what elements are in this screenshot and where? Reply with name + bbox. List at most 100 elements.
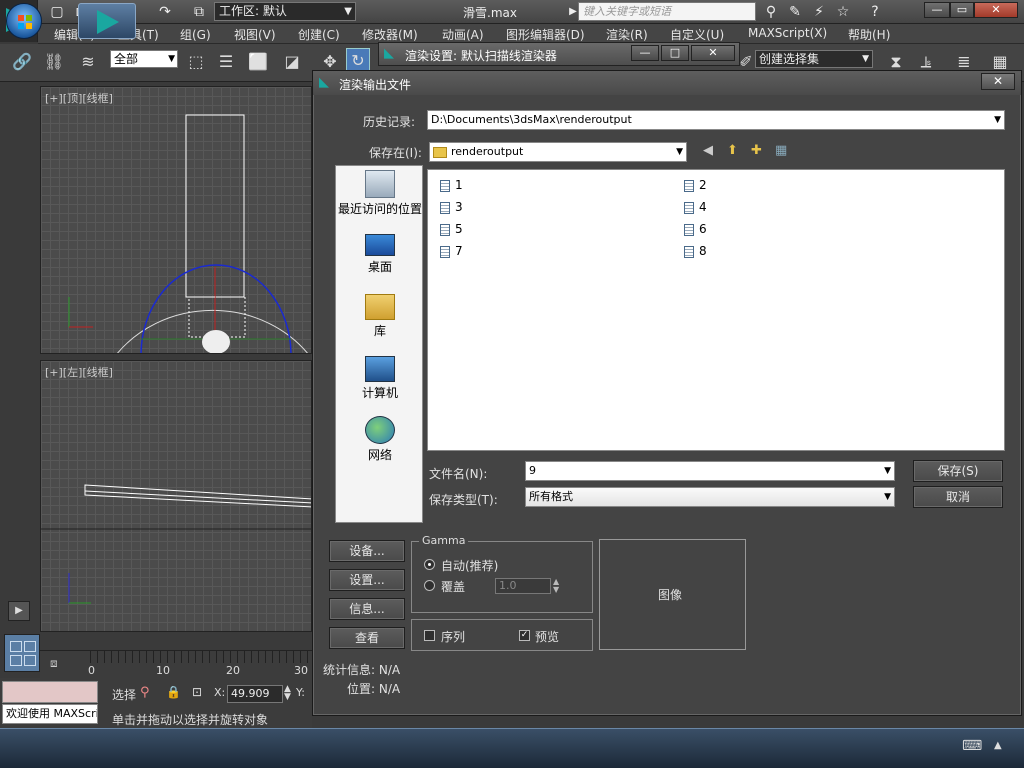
menu-maxscript[interactable]: MAXScript(X) — [748, 26, 827, 40]
devices-button[interactable]: 设备... — [329, 540, 405, 562]
menu-create[interactable]: 创建(C) — [298, 26, 340, 43]
render-setup-close[interactable]: ✕ — [691, 45, 735, 61]
list-item[interactable]: 2 — [684, 178, 707, 192]
list-item[interactable]: 7 — [440, 244, 463, 258]
keyboard-icon[interactable]: ⌨ — [962, 738, 982, 754]
maxscript-welcome[interactable]: 欢迎使用 MAXScript — [2, 704, 98, 724]
info-button[interactable]: 信息... — [329, 598, 405, 620]
menu-help[interactable]: 帮助(H) — [848, 26, 890, 43]
viewport-top[interactable]: [+][顶][线框] — [40, 86, 312, 354]
place-recent[interactable]: 最近访问的位置 — [336, 170, 424, 217]
file-name: 8 — [699, 244, 707, 258]
folder-icon — [433, 146, 447, 158]
chevron-down-icon: ▼ — [884, 466, 891, 476]
place-libraries[interactable]: 库 — [336, 294, 424, 339]
exchange-icon[interactable]: ⚡ — [810, 3, 828, 21]
selection-filter-dropdown[interactable]: 全部 ▼ — [110, 50, 178, 68]
filename-value: 9 — [529, 464, 536, 477]
dialog-title: 渲染输出文件 — [339, 78, 412, 92]
close-button[interactable]: ✕ — [974, 2, 1018, 18]
minimize-button[interactable]: — — [924, 2, 950, 18]
select-object-icon[interactable]: ⬚ — [184, 50, 208, 74]
filetype-dropdown[interactable]: 所有格式 ▼ — [525, 487, 895, 507]
setup-button[interactable]: 设置... — [329, 569, 405, 591]
menu-graph-editors[interactable]: 图形编辑器(D) — [506, 26, 585, 43]
cancel-button[interactable]: 取消 — [913, 486, 1003, 508]
binoculars-icon[interactable]: ⚲ — [762, 3, 780, 21]
new-folder-icon[interactable]: ✚ — [751, 143, 762, 158]
list-item[interactable]: 6 — [684, 222, 707, 236]
gamma-auto-radio[interactable] — [424, 559, 435, 570]
lock-icon[interactable]: 🔒 — [166, 685, 181, 699]
tools-icon[interactable]: ✎ — [786, 3, 804, 21]
view-menu-icon[interactable]: ▦ — [775, 143, 787, 158]
restore-button[interactable]: ▭ — [950, 2, 974, 18]
filetype-label: 保存类型(T): — [429, 493, 498, 507]
dialog-title-bar[interactable]: ◣ 渲染输出文件 ✕ — [313, 71, 1021, 95]
tray-arrow-icon[interactable]: ▲ — [994, 740, 1002, 751]
select-rotate-icon[interactable]: ↻ — [346, 48, 370, 72]
list-item[interactable]: 8 — [684, 244, 707, 258]
viewport-layout-icon[interactable] — [4, 634, 40, 672]
render-setup-window[interactable]: ◣ 渲染设置: 默认扫描线渲染器 — □ ✕ — [378, 42, 740, 66]
time-ruler[interactable] — [90, 651, 312, 663]
redo-icon[interactable]: ↷ — [156, 3, 174, 21]
place-desktop[interactable]: 桌面 — [336, 234, 424, 275]
gamma-override-radio[interactable] — [424, 580, 435, 591]
menu-customize[interactable]: 自定义(U) — [670, 26, 724, 43]
preview-checkbox[interactable]: ✓ — [519, 630, 530, 641]
file-list[interactable]: 1 2 3 4 5 6 7 8 — [427, 169, 1005, 451]
dialog-close-button[interactable]: ✕ — [981, 73, 1015, 90]
maxscript-listener-mini[interactable] — [2, 681, 98, 703]
libraries-icon — [365, 294, 395, 320]
render-setup-maximize[interactable]: □ — [661, 45, 689, 61]
select-by-name-icon[interactable]: ☰ — [214, 50, 238, 74]
isolate-icon[interactable]: ⚲ — [140, 685, 150, 700]
render-setup-minimize[interactable]: — — [631, 45, 659, 61]
named-selection-dropdown[interactable]: 创建选择集 ▼ — [755, 50, 873, 68]
menu-rendering[interactable]: 渲染(R) — [606, 26, 648, 43]
sequence-checkbox[interactable] — [424, 630, 435, 641]
save-button[interactable]: 保存(S) — [913, 460, 1003, 482]
expand-arrow-icon[interactable]: ▶ — [8, 601, 30, 621]
list-item[interactable]: 3 — [440, 200, 463, 214]
spinner-icon[interactable]: ▲ ▼ — [284, 685, 291, 702]
transform-mode-icon[interactable]: ⊡ — [192, 685, 202, 699]
view-button[interactable]: 查看 — [329, 627, 405, 649]
list-item[interactable]: 4 — [684, 200, 707, 214]
filename-input[interactable]: 9 ▼ — [525, 461, 895, 481]
menu-animation[interactable]: 动画(A) — [442, 26, 484, 43]
project-folder-icon[interactable]: ⧉ — [190, 3, 208, 21]
place-computer[interactable]: 计算机 — [336, 356, 424, 401]
workspace-dropdown[interactable]: 工作区: 默认 ▼ — [214, 2, 356, 21]
selection-status: 选择 — [112, 688, 137, 702]
place-network[interactable]: 网络 — [336, 416, 424, 463]
menu-views[interactable]: 视图(V) — [234, 26, 276, 43]
unlink-icon[interactable]: ⛓ — [42, 50, 66, 74]
help-icon[interactable]: ? — [866, 3, 884, 21]
start-button[interactable] — [6, 3, 42, 39]
list-item[interactable]: 5 — [440, 222, 463, 236]
time-tick: 30 — [294, 664, 308, 677]
x-coord-input[interactable]: 49.909 — [227, 685, 283, 703]
viewport-left[interactable]: [+][左][线框] — [40, 360, 312, 632]
bind-spacewarp-icon[interactable]: ≋ — [76, 50, 100, 74]
menu-modifiers[interactable]: 修改器(M) — [362, 26, 418, 43]
star-icon[interactable]: ☆ — [834, 3, 852, 21]
new-file-icon[interactable]: ▢ — [48, 3, 66, 21]
search-input[interactable]: 键入关键字或短语 — [578, 2, 756, 21]
list-item[interactable]: 1 — [440, 178, 463, 192]
taskbar-3dsmax[interactable] — [78, 3, 136, 39]
rect-selection-icon[interactable]: ⬜ — [246, 50, 270, 74]
spinner-icon[interactable]: ▲ ▼ — [553, 578, 559, 594]
gamma-value-input[interactable]: 1.0 — [495, 578, 551, 594]
menu-group[interactable]: 组(G) — [180, 26, 211, 43]
status-prompt: 单击并拖动以选择并旋转对象 — [112, 713, 269, 727]
window-crossing-icon[interactable]: ◪ — [280, 50, 304, 74]
link-icon[interactable]: 🔗 — [10, 50, 34, 74]
save-in-dropdown[interactable]: renderoutput ▼ — [429, 142, 687, 162]
back-icon[interactable]: ◀ — [703, 143, 713, 158]
up-folder-icon[interactable]: ⬆ — [727, 143, 738, 158]
curve-editor-icon[interactable]: ⧈ — [50, 656, 72, 672]
history-dropdown[interactable]: D:\Documents\3dsMax\renderoutput ▼ — [427, 110, 1005, 130]
